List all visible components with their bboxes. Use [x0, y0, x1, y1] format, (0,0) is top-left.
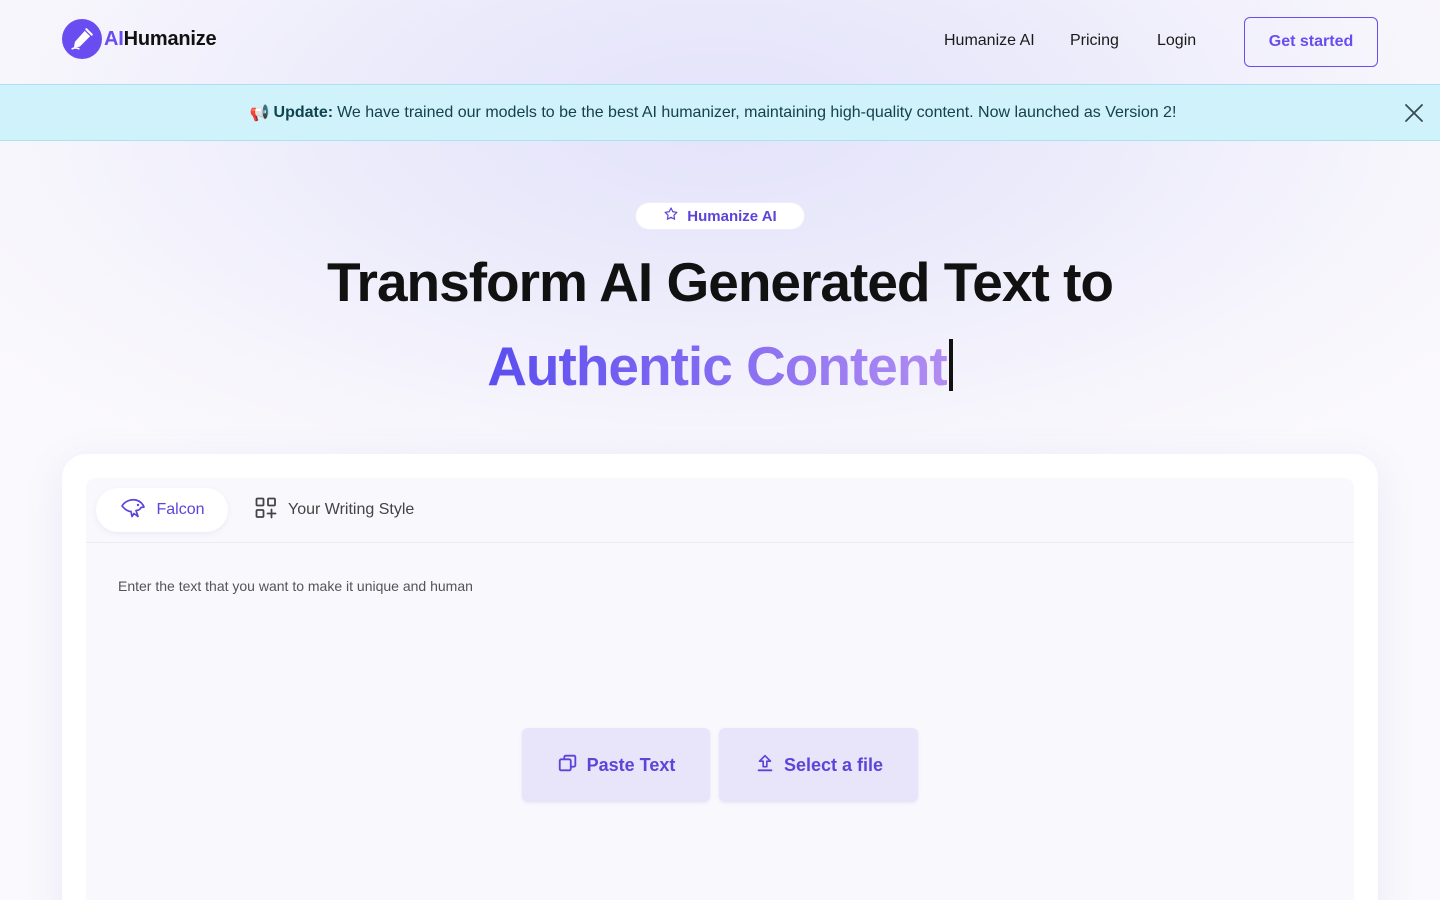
nav-humanize-ai[interactable]: Humanize AI	[944, 32, 1035, 50]
brand-logo[interactable]: AIHumanize	[62, 19, 217, 59]
nav-pricing[interactable]: Pricing	[1070, 32, 1119, 50]
editor-panel: Falcon Your Writing Style Enter the text…	[86, 478, 1354, 900]
banner-content: 📢 Update: We have trained our models to …	[250, 103, 1177, 123]
typing-caret	[948, 339, 953, 391]
nav-login[interactable]: Login	[1157, 32, 1196, 50]
hero-highlight-text: Authentic Content	[487, 335, 948, 397]
input-textarea[interactable]	[118, 578, 1318, 678]
paste-text-label: Paste Text	[586, 754, 676, 775]
hero-title: Transform AI Generated Text to	[326, 251, 1114, 313]
paste-text-button[interactable]: Paste Text	[522, 728, 710, 802]
hero-highlight: Authentic Content	[0, 334, 1440, 398]
banner-message: We have trained our models to be the bes…	[337, 103, 1177, 121]
humanize-ai-badge: Humanize AI	[635, 202, 805, 230]
update-banner: 📢 Update: We have trained our models to …	[0, 84, 1440, 141]
tab-falcon-label: Falcon	[156, 501, 205, 518]
banner-label: Update:	[273, 103, 334, 121]
copy-icon	[557, 752, 579, 779]
mode-tabs: Falcon Your Writing Style	[86, 478, 1354, 543]
select-file-label: Select a file	[783, 754, 884, 775]
falcon-icon	[119, 496, 147, 525]
upload-icon	[754, 752, 776, 779]
tab-your-writing-style[interactable]: Your Writing Style	[254, 488, 414, 532]
tab-falcon[interactable]: Falcon	[96, 488, 228, 532]
star-icon	[663, 206, 679, 227]
pencil-icon	[62, 19, 102, 59]
grid-plus-icon	[254, 496, 278, 525]
brand-name: AIHumanize	[104, 27, 217, 50]
select-file-button[interactable]: Select a file	[719, 728, 918, 802]
get-started-button[interactable]: Get started	[1244, 17, 1378, 67]
badge-label: Humanize AI	[687, 207, 777, 225]
close-icon[interactable]	[1402, 101, 1426, 125]
megaphone-icon: 📢	[249, 104, 270, 122]
tab-your-writing-style-label: Your Writing Style	[288, 501, 415, 518]
site-header: AIHumanize Humanize AI Pricing Login Get…	[0, 0, 1440, 84]
editor-card: Falcon Your Writing Style Enter the text…	[62, 454, 1378, 900]
